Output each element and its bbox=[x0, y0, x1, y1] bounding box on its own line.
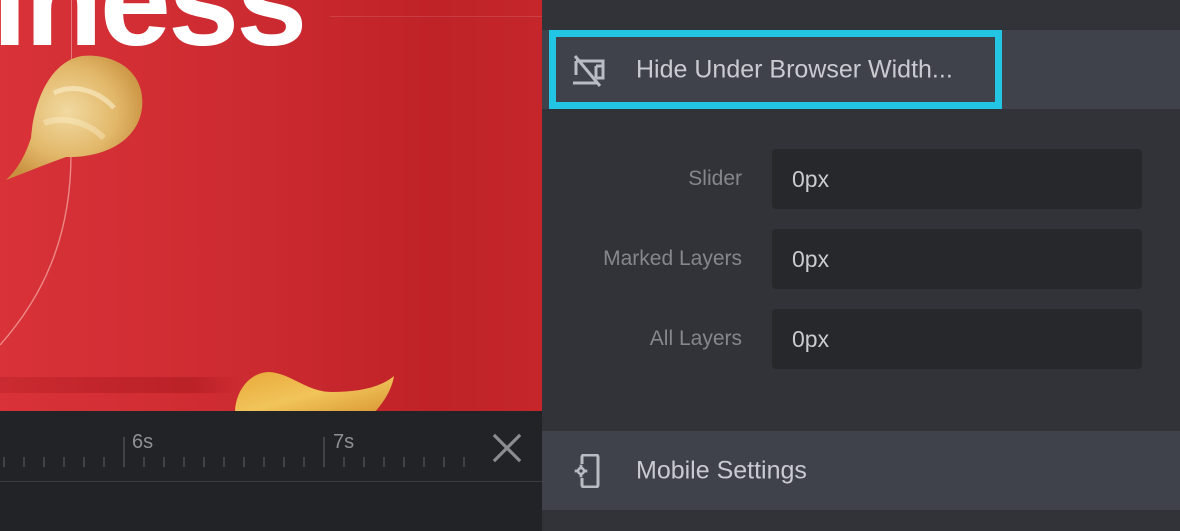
hide-under-browser-width-label: Hide Under Browser Width... bbox=[636, 55, 953, 83]
all-layers-width-label: All Layers bbox=[649, 327, 742, 350]
mobile-settings-label: Mobile Settings bbox=[636, 456, 807, 484]
close-icon bbox=[492, 433, 522, 463]
field-row-slider: Slider bbox=[542, 149, 1180, 209]
timeline-divider bbox=[0, 481, 542, 482]
close-timeline-button[interactable] bbox=[488, 429, 526, 467]
timeline-tick-label-6s: 6s bbox=[132, 431, 154, 453]
mobile-settings-header[interactable]: Mobile Settings bbox=[542, 431, 1180, 510]
potato-chip-image[interactable] bbox=[4, 53, 149, 183]
settings-panel: Hide Under Browser Width... Slider Marke… bbox=[542, 0, 1180, 531]
all-layers-width-input[interactable] bbox=[772, 309, 1142, 369]
field-row-marked-layers: Marked Layers bbox=[542, 229, 1180, 289]
guide-line-horizontal bbox=[330, 16, 542, 17]
layer-shadow-band bbox=[0, 377, 240, 393]
slider-width-label: Slider bbox=[688, 167, 742, 190]
mobile-settings-icon bbox=[574, 453, 600, 488]
slide-canvas-preview[interactable]: iness bbox=[0, 0, 542, 411]
marked-layers-width-label: Marked Layers bbox=[603, 247, 742, 270]
hide-under-browser-width-header[interactable]: Hide Under Browser Width... bbox=[542, 30, 1180, 109]
marked-layers-width-input[interactable] bbox=[772, 229, 1142, 289]
timeline-tick-label-7s: 7s bbox=[333, 431, 355, 453]
slider-width-input[interactable] bbox=[772, 149, 1142, 209]
hide-desktop-icon bbox=[573, 54, 605, 87]
timeline-ruler[interactable] bbox=[0, 411, 542, 481]
potato-chip-image[interactable] bbox=[232, 370, 402, 411]
timeline-panel: 6s 7s bbox=[0, 411, 542, 531]
field-row-all-layers: All Layers bbox=[542, 309, 1180, 369]
